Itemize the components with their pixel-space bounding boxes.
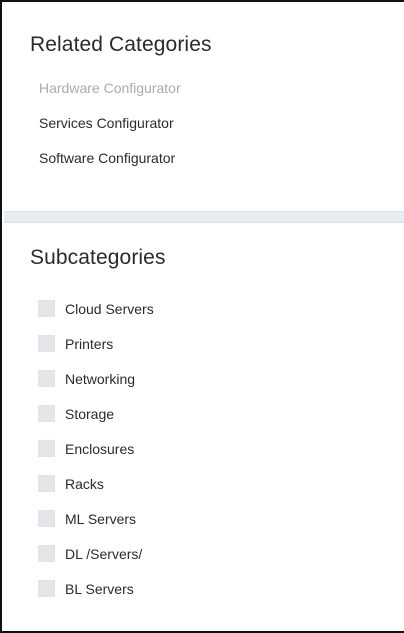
subcategories-title: Subcategories bbox=[30, 246, 166, 269]
checkbox[interactable] bbox=[38, 580, 55, 597]
checkbox[interactable] bbox=[38, 545, 55, 562]
checkbox[interactable] bbox=[38, 335, 55, 352]
subcategories-panel: Subcategories Cloud Servers Printers Net… bbox=[4, 223, 404, 631]
checkbox[interactable] bbox=[38, 370, 55, 387]
subcategory-enclosures[interactable]: Enclosures bbox=[38, 431, 154, 466]
subcategory-label: ML Servers bbox=[65, 510, 137, 527]
subcategory-printers[interactable]: Printers bbox=[38, 326, 154, 361]
subcategory-label: Storage bbox=[65, 405, 115, 422]
subcategory-ml-servers[interactable]: ML Servers bbox=[38, 501, 154, 536]
checkbox[interactable] bbox=[38, 300, 55, 317]
related-categories-panel: Related Categories Hardware Configurator… bbox=[4, 4, 404, 211]
subcategory-bl-servers[interactable]: BL Servers bbox=[38, 571, 154, 606]
related-link-software-configurator[interactable]: Software Configurator bbox=[39, 148, 181, 183]
subcategory-label: Networking bbox=[65, 370, 136, 387]
related-categories-title: Related Categories bbox=[30, 33, 212, 56]
subcategory-storage[interactable]: Storage bbox=[38, 396, 154, 431]
subcategory-racks[interactable]: Racks bbox=[38, 466, 154, 501]
subcategory-dl-servers[interactable]: DL /Servers/ bbox=[38, 536, 154, 571]
checkbox[interactable] bbox=[38, 510, 55, 527]
subcategory-label: Enclosures bbox=[65, 440, 135, 457]
subcategory-label: DL /Servers/ bbox=[65, 545, 143, 562]
checkbox[interactable] bbox=[38, 440, 55, 457]
related-link-hardware-configurator[interactable]: Hardware Configurator bbox=[39, 78, 181, 113]
checkbox[interactable] bbox=[38, 475, 55, 492]
section-divider bbox=[4, 211, 404, 223]
subcategory-label: BL Servers bbox=[65, 580, 134, 597]
sidebar-frame: Related Categories Hardware Configurator… bbox=[0, 0, 404, 633]
subcategory-label: Printers bbox=[65, 335, 114, 352]
subcategory-cloud-servers[interactable]: Cloud Servers bbox=[38, 291, 154, 326]
subcategory-label: Racks bbox=[65, 475, 104, 492]
checkbox[interactable] bbox=[38, 405, 55, 422]
subcategory-networking[interactable]: Networking bbox=[38, 361, 154, 396]
subcategories-list: Cloud Servers Printers Networking Storag… bbox=[38, 291, 154, 606]
subcategory-label: Cloud Servers bbox=[65, 300, 154, 317]
related-link-services-configurator[interactable]: Services Configurator bbox=[39, 113, 181, 148]
related-categories-list: Hardware Configurator Services Configura… bbox=[39, 78, 181, 183]
